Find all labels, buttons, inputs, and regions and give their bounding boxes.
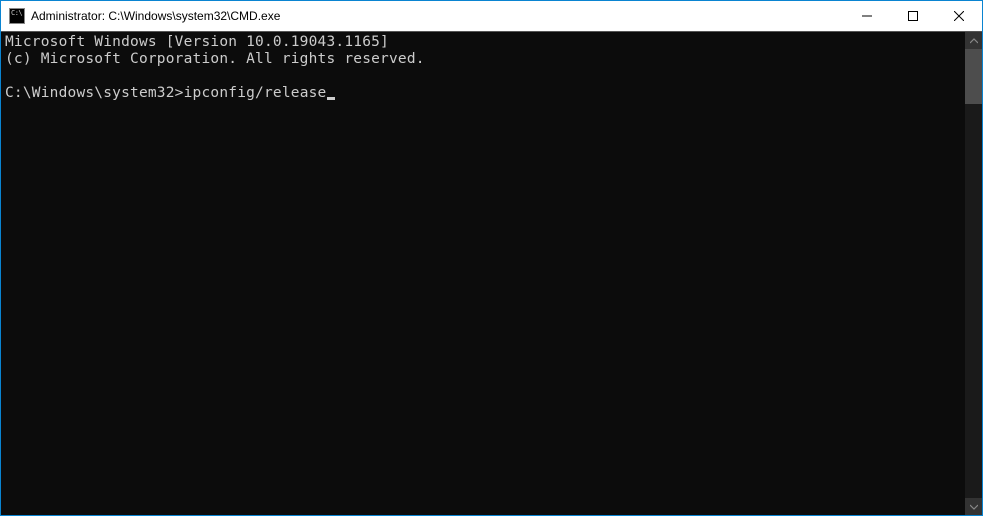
scroll-up-button[interactable] xyxy=(965,32,982,49)
cmd-window: Administrator: C:\Windows\system32\CMD.e… xyxy=(0,0,983,516)
console-prompt: C:\Windows\system32> xyxy=(5,85,184,101)
minimize-icon xyxy=(862,11,872,21)
console-command: ipconfig/release xyxy=(184,85,327,101)
maximize-icon xyxy=(908,11,918,21)
titlebar[interactable]: Administrator: C:\Windows\system32\CMD.e… xyxy=(1,1,982,31)
scrollbar-track[interactable] xyxy=(965,49,982,498)
maximize-button[interactable] xyxy=(890,1,936,31)
chevron-down-icon xyxy=(970,503,978,511)
window-title: Administrator: C:\Windows\system32\CMD.e… xyxy=(31,9,844,23)
window-controls xyxy=(844,1,982,31)
close-icon xyxy=(954,11,964,21)
chevron-up-icon xyxy=(970,37,978,45)
minimize-button[interactable] xyxy=(844,1,890,31)
cmd-icon xyxy=(9,8,25,24)
console-line: (c) Microsoft Corporation. All rights re… xyxy=(5,51,425,67)
console-line: Microsoft Windows [Version 10.0.19043.11… xyxy=(5,34,389,50)
close-button[interactable] xyxy=(936,1,982,31)
console-area: Microsoft Windows [Version 10.0.19043.11… xyxy=(1,31,982,515)
vertical-scrollbar[interactable] xyxy=(965,32,982,515)
scrollbar-thumb[interactable] xyxy=(965,49,982,104)
text-cursor xyxy=(327,97,335,100)
scroll-down-button[interactable] xyxy=(965,498,982,515)
console-output[interactable]: Microsoft Windows [Version 10.0.19043.11… xyxy=(1,32,965,515)
